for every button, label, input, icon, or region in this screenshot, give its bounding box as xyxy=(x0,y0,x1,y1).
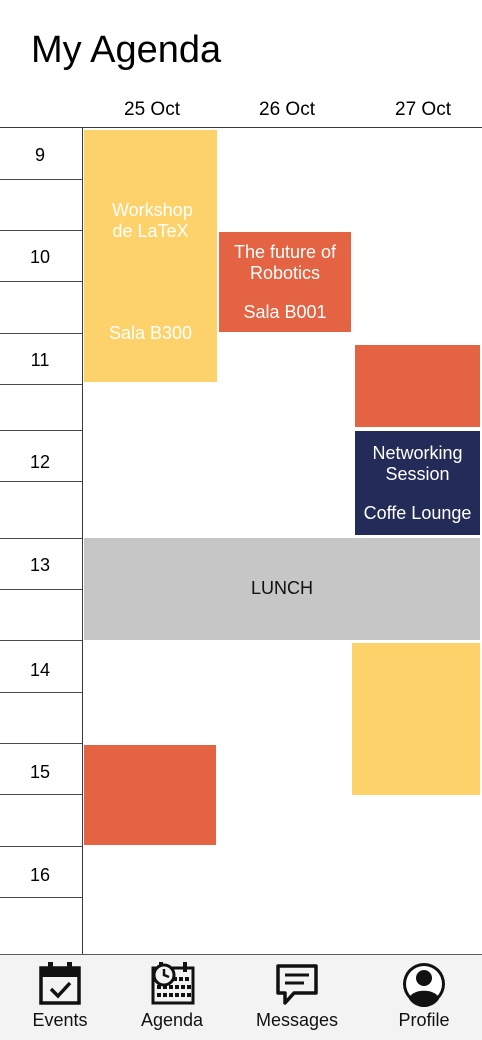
tab-events-label: Events xyxy=(32,1010,88,1030)
hour-label-15: 15 xyxy=(29,762,51,782)
tab-events[interactable]: Events xyxy=(20,955,100,1039)
event-title: The future of Robotics xyxy=(233,242,337,283)
half-hour-tick xyxy=(0,179,82,180)
event-title: LUNCH xyxy=(250,578,313,598)
timeline-axis xyxy=(82,127,83,954)
hour-tick xyxy=(0,538,82,539)
hour-label-11: 11 xyxy=(30,350,50,370)
hour-label-10: 10 xyxy=(29,247,51,267)
half-hour-tick xyxy=(0,794,82,795)
day-header-25-oct: 25 Oct xyxy=(124,99,180,120)
event-title: Workshop de LaTeX xyxy=(112,200,193,241)
hour-tick xyxy=(0,743,82,744)
tab-messages[interactable]: Messages xyxy=(250,955,344,1039)
tab-agenda-label: Agenda xyxy=(140,1010,204,1030)
tab-agenda[interactable]: Agenda xyxy=(132,955,212,1039)
half-hour-tick xyxy=(0,281,82,282)
half-hour-tick xyxy=(0,481,82,482)
day-header-26-oct: 26 Oct xyxy=(259,99,315,120)
event-future-robotics[interactable]: The future of Robotics Sala B001 xyxy=(219,232,351,332)
hour-tick xyxy=(0,846,82,847)
hour-tick xyxy=(0,230,82,231)
hour-label-12: 12 xyxy=(29,452,51,472)
event-title: Networking Session xyxy=(372,443,463,484)
calendar-clock-icon xyxy=(151,962,195,1005)
hour-tick xyxy=(0,333,82,334)
event-networking-session[interactable]: Networking Session Coffe Lounge xyxy=(355,431,480,535)
hour-label-16: 16 xyxy=(29,865,51,885)
timeline-top-border xyxy=(0,127,482,128)
half-hour-tick xyxy=(0,897,82,898)
profile-icon xyxy=(403,963,445,1007)
event-block-27-oct-14[interactable] xyxy=(352,643,480,795)
half-hour-tick xyxy=(0,692,82,693)
calendar-check-icon xyxy=(39,962,81,1005)
bottom-tab-bar: Events Agenda Messages Profile xyxy=(0,954,482,1040)
hour-tick xyxy=(0,640,82,641)
half-hour-tick xyxy=(0,384,82,385)
tab-profile[interactable]: Profile xyxy=(384,955,464,1039)
event-room: Sala B300 xyxy=(108,323,193,343)
event-block-25-oct-15[interactable] xyxy=(84,745,216,845)
event-lunch[interactable]: LUNCH xyxy=(84,538,480,640)
hour-label-13: 13 xyxy=(29,555,51,575)
hour-label-9: 9 xyxy=(34,145,45,165)
tab-profile-label: Profile xyxy=(398,1010,450,1030)
tab-messages-label: Messages xyxy=(255,1010,339,1030)
day-header-27-oct: 27 Oct xyxy=(395,99,451,120)
event-workshop-latex[interactable]: Workshop de LaTeX Sala B300 xyxy=(84,130,217,382)
hour-tick xyxy=(0,430,82,431)
event-room: Sala B001 xyxy=(243,302,327,322)
page-title: My Agenda xyxy=(31,29,222,71)
event-block-27-oct-11[interactable] xyxy=(355,345,480,427)
hour-label-14: 14 xyxy=(29,660,51,680)
half-hour-tick xyxy=(0,589,82,590)
message-icon xyxy=(276,964,318,1005)
event-room: Coffe Lounge xyxy=(363,503,472,523)
